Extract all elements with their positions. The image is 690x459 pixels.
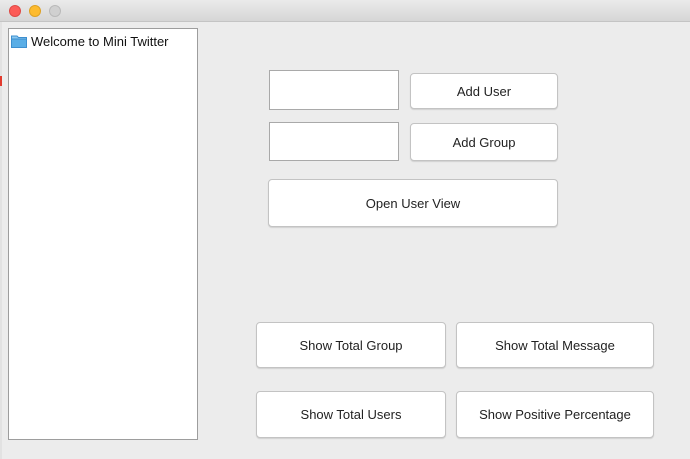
add-group-button[interactable]: Add Group	[410, 123, 558, 161]
user-id-input[interactable]	[269, 70, 399, 110]
tree-root-node[interactable]: Welcome to Mini Twitter	[11, 32, 169, 50]
user-tree-panel[interactable]: Welcome to Mini Twitter	[8, 28, 198, 440]
background-window-mark	[0, 76, 2, 86]
show-total-users-button[interactable]: Show Total Users	[256, 391, 446, 438]
folder-icon	[11, 35, 27, 48]
title-bar[interactable]	[0, 0, 690, 22]
add-user-button[interactable]: Add User	[410, 73, 558, 109]
close-window-button[interactable]	[9, 5, 21, 17]
show-total-group-button[interactable]: Show Total Group	[256, 322, 446, 368]
tree-root-label: Welcome to Mini Twitter	[31, 33, 169, 49]
app-window: Welcome to Mini Twitter Add User Add Gro…	[0, 0, 690, 459]
show-total-message-button[interactable]: Show Total Message	[456, 322, 654, 368]
show-positive-percentage-button[interactable]: Show Positive Percentage	[456, 391, 654, 438]
zoom-window-button[interactable]	[49, 5, 61, 17]
group-id-input[interactable]	[269, 122, 399, 161]
minimize-window-button[interactable]	[29, 5, 41, 17]
open-user-view-button[interactable]: Open User View	[268, 179, 558, 227]
background-window-edge	[0, 22, 2, 459]
